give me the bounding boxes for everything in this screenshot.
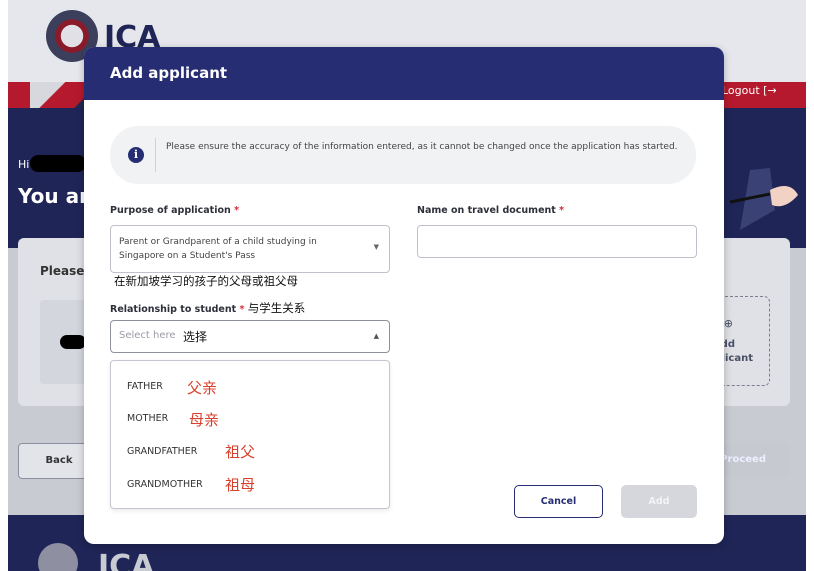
chevron-down-icon: ▼ (373, 243, 379, 251)
option-label: MOTHER (127, 413, 169, 424)
card-prompt: Please (40, 264, 85, 278)
plus-circle-icon: ⊕ (723, 317, 733, 330)
option-father[interactable]: FATHER 父亲 (127, 375, 377, 401)
purpose-annotation: 在新加坡学习的孩子的父母或祖父母 (114, 274, 298, 288)
purpose-select[interactable]: Parent or Grandparent of a child studyin… (110, 225, 390, 273)
redacted-name (30, 155, 86, 172)
hero-heading: You ar (18, 184, 89, 208)
relationship-dropdown: FATHER 父亲 MOTHER 母亲 GRANDFATHER 祖父 GRAND… (110, 360, 390, 509)
option-annotation: 祖父 (225, 443, 256, 461)
relationship-placeholder: Select here (119, 330, 176, 341)
option-mother[interactable]: MOTHER 母亲 (127, 407, 377, 433)
logout-link[interactable]: Logout [→ (722, 84, 777, 97)
relationship-label: Relationship to student * 与学生关系 (110, 300, 305, 316)
name-label-text: Name on travel document (417, 205, 556, 216)
option-grandmother[interactable]: GRANDMOTHER 祖母 (127, 472, 377, 498)
info-icon: i (128, 147, 144, 163)
notice-text: Please ensure the accuracy of the inform… (166, 142, 678, 152)
add-applicant-modal: Add applicant i Please ensure the accura… (84, 47, 724, 544)
footer-logo-icon (38, 543, 78, 571)
option-label: GRANDMOTHER (127, 479, 203, 490)
logout-icon: [→ (763, 84, 777, 97)
relationship-label-text: Relationship to student (110, 304, 237, 315)
modal-title: Add applicant (84, 47, 724, 100)
required-mark: * (239, 304, 245, 315)
option-annotation: 父亲 (187, 379, 218, 397)
purpose-label-text: Purpose of application (110, 205, 231, 216)
greeting-text: Hi (18, 158, 30, 171)
illustration-hand-icon (730, 168, 798, 230)
option-grandfather[interactable]: GRANDFATHER 祖父 (127, 439, 377, 465)
footer-logo-text: ICA (98, 549, 155, 571)
relationship-label-annotation: 与学生关系 (247, 301, 306, 315)
add-tile-label-2: licant (721, 353, 753, 364)
option-annotation: 祖母 (225, 476, 256, 494)
purpose-value: Parent or Grandparent of a child studyin… (119, 237, 317, 261)
purpose-label: Purpose of application * (110, 205, 239, 216)
notice-divider (155, 138, 156, 172)
info-notice: i Please ensure the accuracy of the info… (110, 126, 696, 184)
logout-label: Logout (722, 84, 760, 97)
required-mark: * (234, 205, 240, 216)
redacted-applicant (60, 335, 86, 349)
cancel-button[interactable]: Cancel (514, 485, 603, 518)
required-mark: * (559, 205, 565, 216)
relationship-select[interactable]: Select here 选择 ▲ (110, 320, 390, 353)
name-label: Name on travel document * (417, 205, 564, 216)
option-annotation: 母亲 (189, 411, 220, 429)
add-button[interactable]: Add (621, 485, 697, 518)
name-input[interactable] (417, 225, 697, 258)
option-label: GRANDFATHER (127, 446, 198, 457)
option-label: FATHER (127, 381, 163, 392)
chevron-up-icon: ▲ (373, 332, 379, 340)
placeholder-annotation: 选择 (183, 330, 208, 344)
